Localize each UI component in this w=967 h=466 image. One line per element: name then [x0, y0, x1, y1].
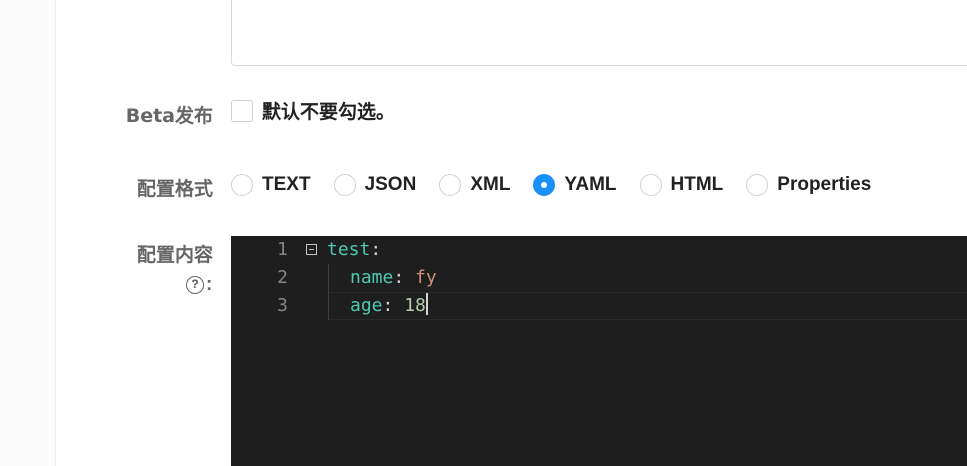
content-label-colon: : [206, 274, 213, 295]
radio-label: XML [470, 174, 511, 195]
code-line: 3 age: 18 [231, 292, 967, 320]
radio-circle[interactable] [333, 174, 356, 196]
line-number: 2 [277, 267, 288, 288]
radio-xml[interactable]: XML [439, 174, 510, 196]
text-cursor [425, 293, 428, 315]
beta-checkbox-text: 默认不要勾选。 [262, 101, 396, 123]
yaml-colon: : [370, 239, 382, 260]
radio-circle[interactable] [439, 174, 462, 196]
code-text: name: fy [350, 264, 437, 292]
radio-yaml[interactable]: YAML [533, 174, 617, 196]
format-radio-group: TEXT JSON XML YAML HTML Properties [231, 172, 894, 198]
format-label: 配置格式 [136, 178, 213, 200]
code-text: age: 18 [350, 292, 428, 320]
radio-label: YAML [564, 174, 617, 195]
radio-label: HTML [670, 174, 724, 195]
left-sidebar [0, 0, 56, 466]
yaml-string-value: fy [415, 267, 437, 288]
fold-minus-icon[interactable] [306, 244, 317, 255]
radio-html[interactable]: HTML [639, 174, 724, 196]
radio-label: JSON [364, 174, 417, 195]
yaml-number-value: 18 [404, 295, 426, 316]
radio-circle[interactable] [746, 174, 769, 196]
beta-checkbox[interactable] [231, 100, 253, 122]
yaml-colon: : [382, 295, 405, 316]
radio-label: Properties [777, 174, 872, 195]
content-label: 配置内容 [136, 244, 213, 266]
radio-label: TEXT [262, 174, 311, 195]
yaml-key: name [350, 267, 394, 288]
beta-label: Beta发布 [125, 105, 213, 127]
yaml-key: age [350, 295, 383, 316]
code-line: 1 test: [231, 236, 967, 264]
line-number: 3 [277, 295, 288, 316]
radio-circle[interactable] [231, 174, 253, 196]
description-textarea[interactable] [231, 0, 967, 66]
yaml-key: test [327, 239, 371, 260]
question-circle-icon[interactable]: ? [186, 276, 204, 294]
radio-json[interactable]: JSON [333, 174, 417, 196]
code-line: 2 name: fy [231, 264, 967, 292]
code-editor[interactable]: 1 test: 2 name: fy 3 age: 18 [231, 236, 967, 466]
radio-text[interactable]: TEXT [231, 174, 311, 196]
radio-properties[interactable]: Properties [746, 174, 871, 196]
code-text: test: [327, 236, 381, 264]
radio-circle[interactable] [639, 174, 662, 196]
line-number: 1 [277, 239, 288, 260]
radio-circle-checked[interactable] [533, 174, 556, 196]
yaml-colon: : [393, 267, 416, 288]
